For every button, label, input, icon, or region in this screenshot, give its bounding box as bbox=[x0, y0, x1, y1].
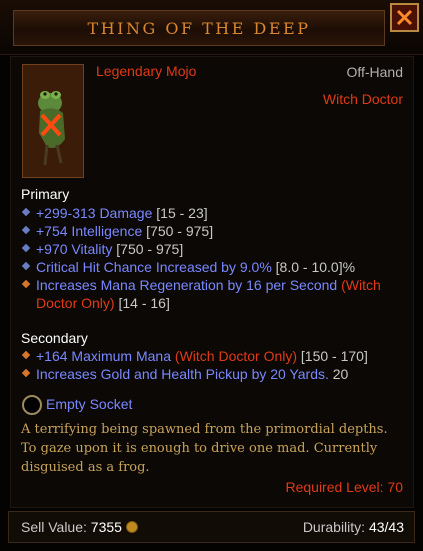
stat-text: +299-313 Damage bbox=[36, 205, 153, 221]
durability-label: Durability: bbox=[302, 519, 366, 535]
secondary-stats: +164 Maximum Mana (Witch Doctor Only) [1… bbox=[21, 347, 406, 383]
stat-line: +164 Maximum Mana (Witch Doctor Only) [1… bbox=[21, 347, 406, 365]
class-requirement: Witch Doctor bbox=[322, 91, 403, 107]
stat-line: +754 Intelligence [750 - 975] bbox=[21, 222, 406, 240]
sell-value: Sell Value: 7355 bbox=[21, 519, 138, 535]
sell-value-amount: 7355 bbox=[90, 519, 122, 535]
orange-diamond-bullet-icon bbox=[21, 279, 31, 289]
secondary-label: Secondary bbox=[21, 330, 88, 346]
orange-diamond-bullet-icon bbox=[21, 368, 31, 378]
socket-ring-icon bbox=[22, 395, 42, 415]
item-image bbox=[22, 64, 84, 178]
stat-text: Critical Hit Chance Increased by 9.0% bbox=[36, 259, 272, 275]
stat-line: Increases Gold and Health Pickup by 20 Y… bbox=[21, 365, 406, 383]
stat-text: +164 Maximum Mana bbox=[36, 348, 172, 364]
stat-range: [15 - 23] bbox=[156, 205, 208, 221]
durability: Durability: 43/43 bbox=[303, 519, 404, 535]
item-type: Legendary Mojo bbox=[96, 63, 197, 79]
primary-label: Primary bbox=[21, 186, 70, 202]
stat-text: +970 Vitality bbox=[36, 241, 113, 257]
primary-stats: +299-313 Damage [15 - 23] +754 Intelligen… bbox=[21, 204, 406, 312]
blue-diamond-bullet-icon bbox=[21, 261, 31, 271]
close-x-icon bbox=[396, 9, 413, 26]
orange-diamond-bullet-icon bbox=[21, 350, 31, 360]
flavor-text: A terrifying being spawned from the prim… bbox=[21, 422, 388, 475]
stat-range: [14 - 16] bbox=[118, 295, 170, 311]
close-button[interactable] bbox=[390, 3, 419, 32]
stat-line: Increases Mana Regeneration by 16 per Se… bbox=[21, 276, 406, 312]
stat-range: [750 - 975] bbox=[116, 241, 184, 257]
blue-diamond-bullet-icon bbox=[21, 243, 31, 253]
durability-value: 43/43 bbox=[368, 519, 404, 535]
stat-class-restriction: (Witch Doctor Only) bbox=[174, 348, 298, 364]
title-banner: THING OF THE DEEP bbox=[13, 10, 385, 46]
stat-range: 20 bbox=[332, 366, 349, 382]
tooltip-header: THING OF THE DEEP bbox=[0, 0, 423, 55]
item-name: THING OF THE DEEP bbox=[87, 19, 311, 38]
stat-text: Increases Mana Regeneration by 16 per Se… bbox=[36, 277, 338, 293]
stat-range: [150 - 170] bbox=[300, 348, 368, 364]
stat-text: +754 Intelligence bbox=[36, 223, 143, 239]
tooltip-footer: Sell Value: 7355 Durability: 43/43 bbox=[8, 511, 415, 543]
item-tooltip: THING OF THE DEEP Legendary Mojo Off-Han… bbox=[0, 0, 423, 551]
stat-range: [8.0 - 10.0]% bbox=[275, 259, 356, 275]
gold-coin-icon bbox=[125, 521, 138, 533]
blue-diamond-bullet-icon bbox=[21, 225, 31, 235]
socket-label: Empty Socket bbox=[46, 396, 133, 412]
stat-range: [750 - 975] bbox=[146, 223, 214, 239]
frog-mojo-icon bbox=[23, 65, 83, 177]
stat-line: Critical Hit Chance Increased by 9.0% [8… bbox=[21, 258, 406, 276]
stat-text: Increases Gold and Health Pickup by 20 Y… bbox=[36, 366, 329, 382]
sell-value-label: Sell Value: bbox=[21, 519, 87, 535]
stat-line: +299-313 Damage [15 - 23] bbox=[21, 204, 406, 222]
blue-diamond-bullet-icon bbox=[21, 207, 31, 217]
item-slot: Off-Hand bbox=[346, 64, 403, 80]
stat-line: +970 Vitality [750 - 975] bbox=[21, 240, 406, 258]
required-level: Required Level: 70 bbox=[285, 479, 403, 495]
